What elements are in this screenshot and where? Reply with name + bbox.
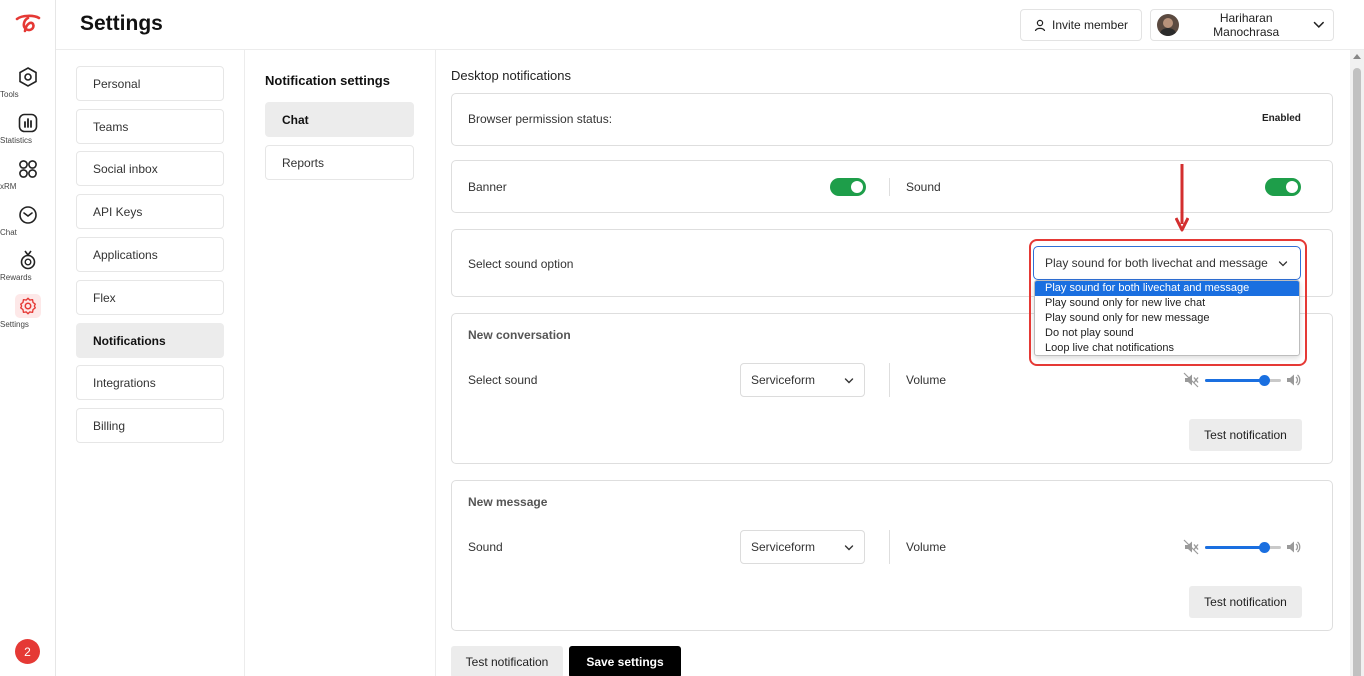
message-volume-slider[interactable] [1183, 539, 1301, 555]
sidebar-item-api-keys[interactable]: API Keys [76, 194, 224, 229]
user-name: Hariharan Manochrasa [1213, 11, 1280, 39]
volume-handle[interactable] [1258, 542, 1270, 553]
statistics-icon [18, 113, 38, 133]
permission-label: Browser permission status: [468, 112, 613, 126]
settings-sidebar: Personal Teams Social inbox API Keys App… [56, 50, 245, 676]
volume-mute-icon[interactable] [1183, 372, 1199, 388]
rail-item-label: Tools [0, 90, 19, 99]
rail-item-statistics[interactable]: Statistics [0, 112, 56, 145]
section-title: Desktop notifications [451, 68, 571, 83]
chevron-down-icon [844, 545, 854, 551]
divider [889, 530, 890, 564]
page-title: Settings [80, 12, 163, 35]
top-header: Settings Invite member Hariharan Manochr… [56, 0, 1364, 50]
scrollbar-thumb[interactable] [1353, 68, 1361, 676]
user-icon [1034, 19, 1046, 31]
main-content: Desktop notifications Browser permission… [436, 50, 1350, 676]
select-sound-label: Select sound [468, 373, 538, 387]
sidebar-item-notifications[interactable]: Notifications [76, 323, 224, 358]
rail-item-rewards[interactable]: Rewards [0, 249, 56, 282]
notification-count-badge[interactable]: 2 [15, 639, 40, 664]
volume-fill [1205, 546, 1265, 549]
volume-label: Volume [906, 540, 947, 554]
sidebar-item-billing[interactable]: Billing [76, 408, 224, 443]
rail-item-label: Chat [0, 228, 17, 237]
rail-item-label: xRM [0, 182, 17, 191]
conversation-sound-select[interactable]: Serviceform [740, 363, 865, 397]
rail-item-tools[interactable]: Tools [0, 66, 56, 99]
rail-item-xrm[interactable]: xRM [0, 158, 56, 191]
sidebar-item-social-inbox[interactable]: Social inbox [76, 151, 224, 186]
divider [889, 363, 890, 397]
sound-select-label: Sound [468, 540, 503, 554]
rewards-icon [20, 250, 36, 270]
sidebar-item-flex[interactable]: Flex [76, 280, 224, 315]
rail-item-label: Rewards [0, 273, 32, 282]
chevron-down-icon [844, 378, 854, 384]
volume-up-icon[interactable] [1285, 539, 1301, 555]
sidebar-item-personal[interactable]: Personal [76, 66, 224, 101]
message-sound-select[interactable]: Serviceform [740, 530, 865, 564]
conversation-sound-value: Serviceform [751, 373, 816, 387]
volume-label: Volume [906, 373, 947, 387]
tab-reports[interactable]: Reports [265, 145, 414, 180]
volume-handle[interactable] [1258, 375, 1270, 386]
test-notification-button[interactable]: Test notification [451, 646, 563, 676]
rail-active-highlight [15, 294, 41, 318]
permission-card: Browser permission status: Enabled [451, 93, 1333, 146]
notification-settings-title: Notification settings [265, 73, 390, 88]
banner-sound-card: Banner Sound [451, 160, 1333, 213]
banner-toggle[interactable] [830, 178, 866, 196]
banner-label: Banner [468, 180, 507, 194]
volume-mute-icon[interactable] [1183, 539, 1199, 555]
brand-logo-icon[interactable] [14, 12, 42, 36]
volume-up-icon[interactable] [1285, 372, 1301, 388]
tab-chat[interactable]: Chat [265, 102, 414, 137]
annotation-highlight-box [1029, 239, 1307, 366]
new-conversation-title: New conversation [468, 328, 571, 342]
rail-item-chat[interactable]: Chat [0, 204, 56, 237]
invite-member-button[interactable]: Invite member [1020, 9, 1142, 41]
sound-option-label: Select sound option [468, 257, 574, 271]
message-test-notification-button[interactable]: Test notification [1189, 586, 1302, 618]
permission-status: Enabled [1262, 113, 1301, 124]
avatar [1157, 14, 1179, 36]
sidebar-item-teams[interactable]: Teams [76, 109, 224, 144]
annotation-arrow-icon [1175, 164, 1189, 232]
rail-item-label: Settings [0, 320, 29, 329]
chat-icon [19, 206, 37, 224]
rail-item-label: Statistics [0, 136, 33, 145]
sound-label: Sound [906, 180, 941, 194]
new-message-card: New message Sound Serviceform Volume Tes… [451, 480, 1333, 631]
rail-item-settings[interactable]: Settings [0, 294, 56, 329]
notification-settings-column: Notification settings Chat Reports [245, 50, 436, 676]
gear-icon [20, 297, 36, 315]
sound-toggle[interactable] [1265, 178, 1301, 196]
chevron-down-icon [1314, 21, 1325, 28]
divider [889, 178, 890, 196]
user-menu-button[interactable]: Hariharan Manochrasa [1150, 9, 1334, 41]
sidebar-item-integrations[interactable]: Integrations [76, 365, 224, 400]
volume-fill [1205, 379, 1265, 382]
new-message-title: New message [468, 495, 548, 509]
conversation-volume-slider[interactable] [1183, 372, 1301, 388]
scroll-up-icon[interactable] [1353, 54, 1361, 59]
tools-icon [19, 67, 37, 87]
left-rail: Tools Statistics xRM Chat Rewards Settin… [0, 0, 56, 676]
page-scrollbar[interactable] [1350, 50, 1364, 676]
save-settings-button[interactable]: Save settings [569, 646, 681, 676]
invite-member-label: Invite member [1051, 18, 1129, 32]
conversation-test-notification-button[interactable]: Test notification [1189, 419, 1302, 451]
sidebar-item-applications[interactable]: Applications [76, 237, 224, 272]
xrm-icon [19, 160, 37, 178]
message-sound-value: Serviceform [751, 540, 816, 554]
